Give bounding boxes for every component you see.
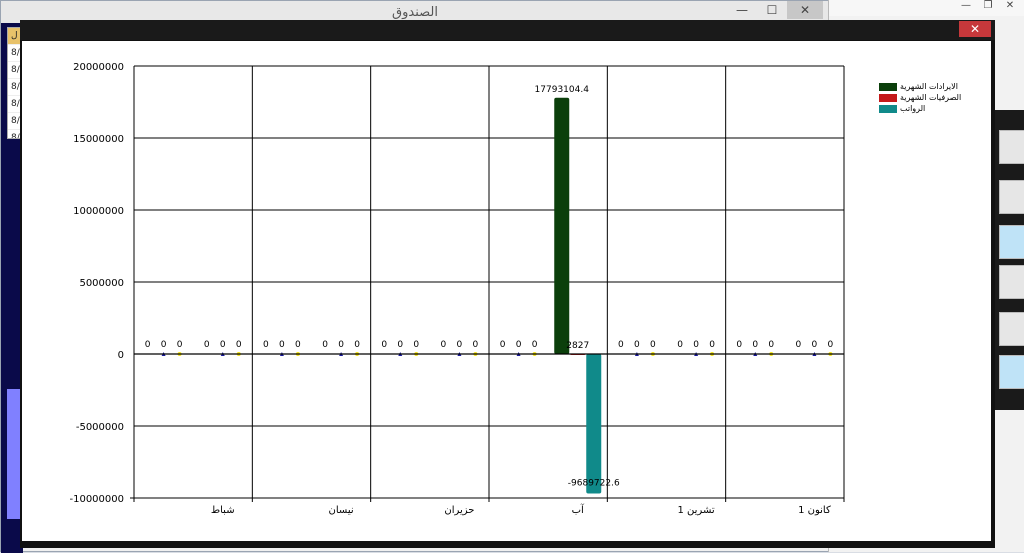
y-tick-label: 20000000 [73,62,124,73]
legend-item-salaries: الرواتب [879,103,961,114]
right-titlebar: — ❐ ✕ [829,0,1024,16]
data-label: 0 [828,340,834,350]
legend-swatch-revenue [879,82,897,91]
data-label: 0 [354,340,360,350]
y-tick-label: -10000000 [69,494,124,505]
data-label: 0 [752,340,758,350]
close-icon[interactable]: ✕ [787,1,823,19]
right-window-controls: — ❐ ✕ [955,0,1021,11]
x-tick-label: شباط [211,505,235,516]
bar-2 [586,354,602,494]
right-side-button[interactable] [999,180,1024,214]
y-tick-label: 10000000 [73,206,124,217]
close-icon[interactable]: ✕ [999,0,1021,11]
x-tick-label: آب [572,503,585,516]
data-label: 0 [322,340,328,350]
x-tick-label: نيسان [329,505,354,516]
background-window-title: الصندوق [392,5,438,20]
data-label: 0 [634,340,640,350]
data-label: 0 [413,340,419,350]
x-tick-label: كانون 1 [798,505,831,516]
data-label: 0 [263,340,269,350]
chart-area: 20000000 15000000 10000000 5000000 0 -5000000… [22,41,991,541]
monthly-bar-chart: 20000000 15000000 10000000 5000000 0 -5000000… [69,62,845,516]
legend-swatch-expenses [879,93,897,102]
background-window-controls: — ☐ ✕ [727,1,823,19]
y-tick-label: 5000000 [79,278,124,289]
bar-0 [554,97,570,354]
y-tick-label: -5000000 [76,422,124,433]
data-label: 0 [204,340,210,350]
chart-window: ✕ 20000000 15000000 10000000 5000000 0 -50000… [20,20,995,548]
right-side-button[interactable] [999,265,1024,299]
data-label: 0 [381,340,387,350]
x-tick-label: تشرين 1 [677,505,714,516]
legend-label-expenses: الصرفيات الشهرية [900,93,962,102]
legend-item-expenses: الصرفيات الشهرية [879,92,961,103]
y-tick-label: 15000000 [73,134,124,145]
data-label: 2827 [566,341,589,351]
minimize-icon[interactable]: — [955,0,977,11]
legend-swatch-salaries [879,104,897,113]
data-label: 0 [516,340,522,350]
data-label: 0 [338,340,344,350]
data-label: 0 [736,340,742,350]
data-label: 0 [618,340,624,350]
minimize-icon[interactable]: — [727,1,757,19]
chart-legend: الايرادات الشهرية الصرفيات الشهرية الروا… [879,81,961,114]
right-side-button[interactable] [999,355,1024,389]
data-label: 0 [709,340,715,350]
right-side-button[interactable] [999,130,1024,164]
chart-titlebar: ✕ [20,20,995,40]
close-button[interactable]: ✕ [959,21,991,37]
data-label: 0 [457,340,463,350]
data-label: 0 [397,340,403,350]
data-label: 0 [441,340,447,350]
maximize-icon[interactable]: ☐ [757,1,787,19]
data-label: 0 [693,340,699,350]
data-label: 0 [532,340,538,350]
data-label: 0 [677,340,683,350]
right-side-button[interactable] [999,312,1024,346]
data-label: 0 [500,340,506,350]
data-label: -9689722.6 [568,479,620,489]
y-tick-label: 0 [118,350,124,361]
data-label: 0 [279,340,285,350]
data-label: 0 [145,340,151,350]
data-label: 0 [650,340,656,350]
data-label: 0 [768,340,774,350]
data-label: 17793104.4 [535,85,590,95]
x-tick-label: حزيران [444,505,474,516]
legend-label-revenue: الايرادات الشهرية [900,82,958,91]
data-label: 0 [796,340,802,350]
data-label: 0 [177,340,183,350]
data-label: 0 [295,340,301,350]
data-label: 0 [236,340,242,350]
data-label: 0 [220,340,226,350]
restore-icon[interactable]: ❐ [977,0,999,11]
legend-item-revenue: الايرادات الشهرية [879,81,961,92]
data-label: 0 [161,340,167,350]
data-label: 0 [812,340,818,350]
data-label: 0 [473,340,479,350]
legend-label-salaries: الرواتب [900,104,926,113]
right-side-button[interactable] [999,225,1024,259]
